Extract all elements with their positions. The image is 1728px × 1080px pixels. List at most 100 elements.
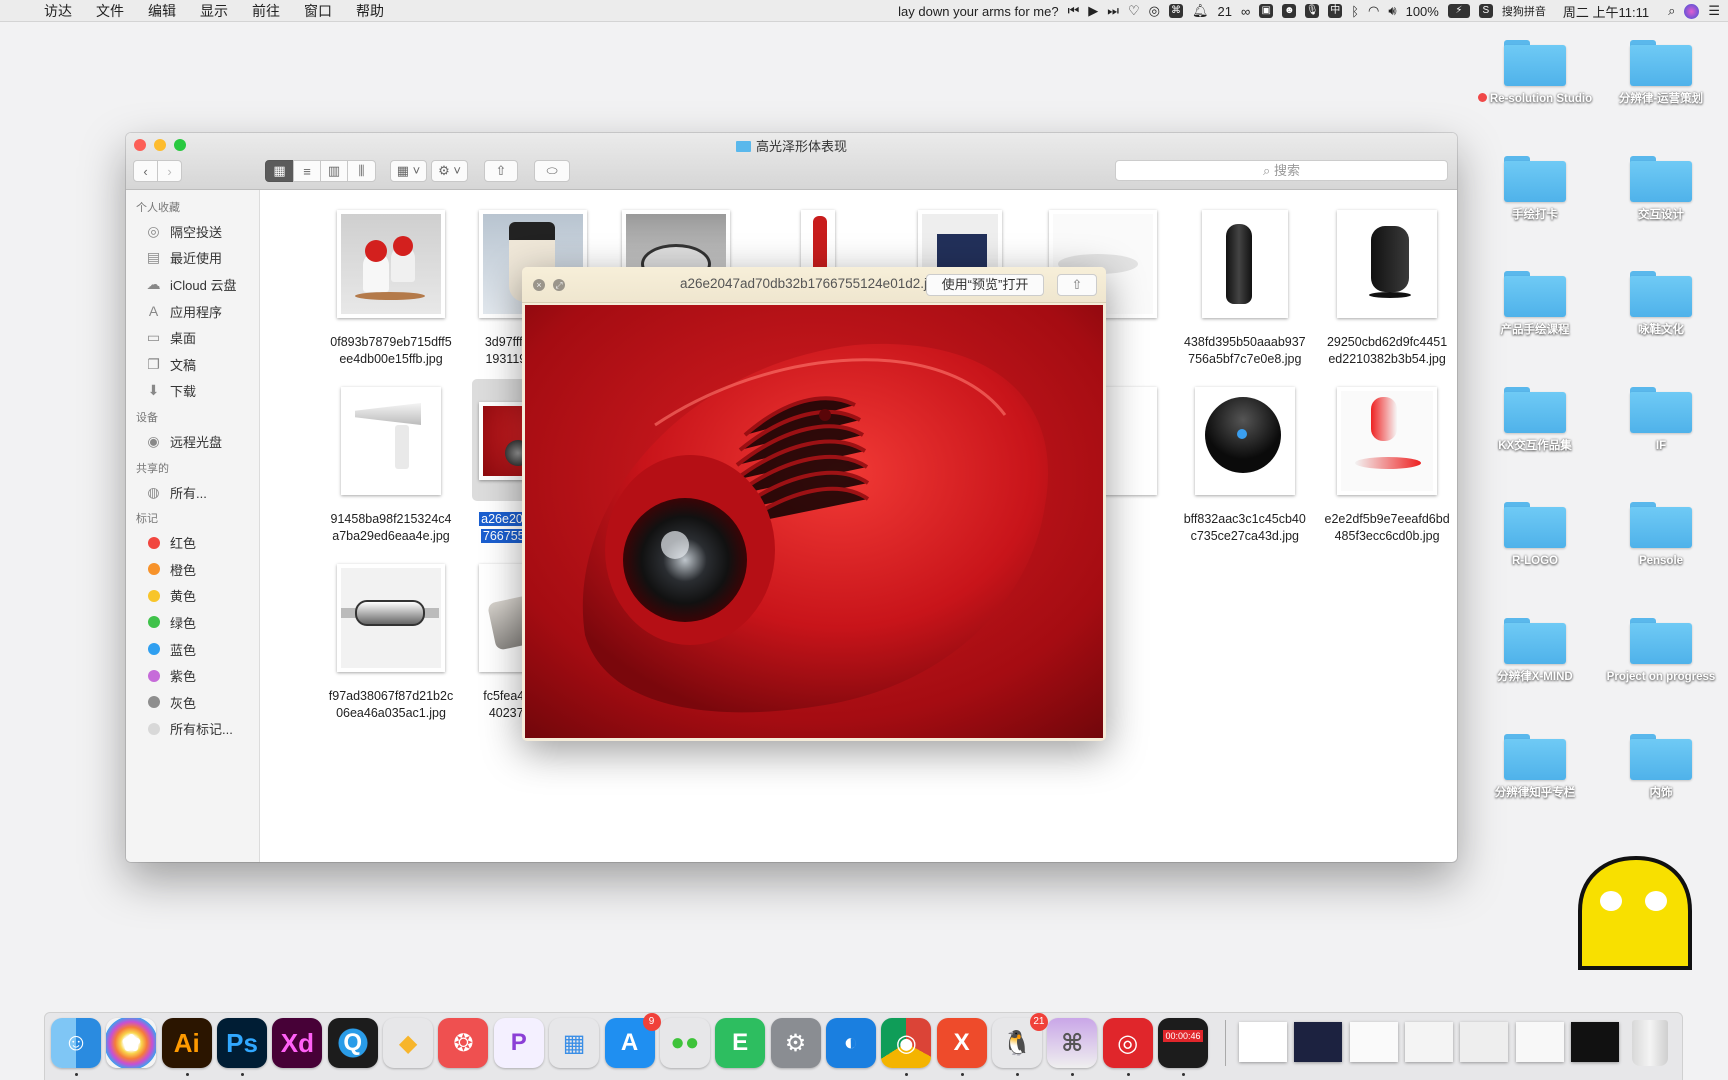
file-item[interactable]: 29250cbd62d9fc4451 ed2210382b3b54.jpg (1316, 202, 1457, 367)
forward-button[interactable]: › (157, 160, 182, 182)
dock-app-store-icon[interactable]: A9 (604, 1013, 661, 1068)
desktop-folder[interactable]: 产品手绘课程 (1475, 271, 1595, 337)
dock-finder-icon[interactable]: ☺ (51, 1018, 101, 1068)
desktop-folder[interactable]: 分辨律X-MIND (1475, 618, 1595, 684)
sidebar-item[interactable]: 灰色 (126, 689, 259, 716)
share-button[interactable]: ⇧ (484, 160, 518, 182)
battery-icon[interactable]: ⚡ (1447, 4, 1470, 18)
dock-chrome-icon[interactable]: ◉ (881, 1018, 932, 1068)
menu-item[interactable]: 窗口 (292, 1, 344, 21)
desktop-folder[interactable]: 手绘打卡 (1475, 155, 1595, 222)
dock-evernote-icon[interactable]: E (715, 1018, 766, 1068)
menu-item[interactable]: 帮助 (344, 1, 396, 21)
file-item[interactable]: bff832aac3c1c45cb40 c735ce27ca43d.jpg (1174, 379, 1316, 544)
dock-photoshop-icon[interactable]: Ps (217, 1018, 268, 1068)
menu-item[interactable]: 编辑 (136, 1, 188, 21)
input-chinese-icon[interactable]: 中 (1328, 4, 1343, 18)
sidebar-item[interactable]: ◎ 隔空投送 (126, 218, 259, 245)
dock-photos-icon[interactable]: ✿ (106, 1018, 157, 1068)
dock-quicktime-icon[interactable]: Q (327, 1018, 378, 1068)
gallery-view-button[interactable]: ⫼ (347, 160, 376, 182)
previous-track-icon[interactable]: ⏮ (1068, 3, 1080, 19)
play-icon[interactable]: ▶ (1088, 3, 1098, 19)
dock-cheatsheet-icon[interactable]: ⌘ (1047, 1018, 1098, 1068)
battery-percent[interactable]: 100% (1406, 4, 1439, 19)
sidebar-item[interactable]: ▭ 桌面 (126, 324, 259, 351)
sidebar-item[interactable]: ☁ iCloud 云盘 (126, 271, 259, 298)
display-icon[interactable]: ▣ (1259, 4, 1274, 18)
dock-qq-icon[interactable]: 🐧 21 (992, 1013, 1048, 1068)
list-view-button[interactable]: ≡ (293, 160, 321, 182)
desktop-folder[interactable]: 分辨律知乎专栏 (1475, 733, 1595, 800)
bell-icon[interactable]: 🔔︎ (1192, 3, 1209, 19)
bluetooth-icon[interactable]: ᛒ (1351, 4, 1359, 19)
column-view-button[interactable]: ▥ (320, 160, 348, 182)
icon-view-button[interactable]: ▦ (265, 160, 294, 182)
sidebar-item[interactable]: ⬇ 下载 (126, 378, 259, 405)
clock[interactable]: 周二 上午11:11 (1563, 2, 1649, 21)
desktop-folder[interactable]: 分辨律-运营策划 (1601, 40, 1721, 106)
sidebar-item[interactable]: 橙色 (126, 556, 259, 583)
close-icon[interactable]: × (533, 279, 545, 291)
file-item[interactable]: 91458ba98f215324c4 a7ba29ed6eaa4e.jpg (320, 379, 462, 544)
dock-xmind-icon[interactable]: X (936, 1018, 987, 1068)
creative-cloud-icon[interactable]: ∞ (1241, 4, 1250, 19)
notification-center-icon[interactable]: ☰ (1708, 3, 1720, 19)
microphone-icon[interactable]: 🎙︎ (1305, 4, 1320, 18)
action-gear-button[interactable]: ⚙ ˅ (431, 160, 468, 182)
dock-browser-icon[interactable]: ◐ (825, 1018, 876, 1068)
menu-item[interactable]: 显示 (188, 1, 240, 21)
sidebar-item[interactable]: A 应用程序 (126, 298, 259, 325)
fullscreen-icon[interactable]: ⤢ (553, 279, 565, 291)
minimized-car-window[interactable] (1239, 1022, 1287, 1062)
desktop-folder[interactable]: R-LOGO (1475, 502, 1595, 568)
now-playing-text[interactable]: lay down your arms for me? (898, 4, 1058, 19)
open-with-preview-button[interactable]: 使用“预览”打开 (926, 274, 1044, 296)
sidebar-item[interactable]: ❐ 文稿 (126, 351, 259, 378)
desktop-folder[interactable]: IF (1601, 386, 1721, 453)
desktop-folder[interactable]: KX交互作品集 (1475, 386, 1595, 453)
trash-icon[interactable] (1632, 1020, 1668, 1066)
input-method-label[interactable]: 搜狗拼音 (1502, 3, 1546, 19)
file-item[interactable]: f97ad38067f87d21b2c 06ea46a035ac1.jpg (320, 556, 462, 721)
file-item[interactable]: 0f893b7879eb715dff5 ee4db00e15ffb.jpg (320, 202, 462, 367)
minimized-chrome-window[interactable] (1460, 1022, 1509, 1062)
minimized-qq-window[interactable] (1515, 1022, 1564, 1062)
ghost-widget-icon[interactable] (1576, 856, 1694, 972)
sidebar-item[interactable]: ▤ 最近使用 (126, 245, 259, 272)
sidebar-item[interactable]: 蓝色 (126, 636, 259, 663)
command-status-icon[interactable]: ⌘ (1168, 4, 1183, 18)
desktop-folder[interactable]: Project on progress (1601, 618, 1721, 684)
next-track-icon[interactable]: ⏭ (1107, 3, 1119, 19)
minimized-photoshop-window[interactable] (1570, 1022, 1619, 1062)
dock-sketch-icon[interactable]: ◆ (383, 1018, 433, 1068)
sidebar-item[interactable]: 红色 (126, 529, 259, 556)
desktop-folder[interactable]: Pensole (1601, 502, 1721, 568)
dock-picgo-icon[interactable]: P (493, 1018, 544, 1068)
dock-screen-recorder-icon[interactable]: ●00:00:46 (1158, 1018, 1208, 1068)
sidebar-item[interactable]: 黄色 (126, 583, 259, 610)
emoji-icon[interactable]: ☻ (1282, 4, 1297, 18)
share-icon[interactable]: ⇧ (1057, 274, 1097, 296)
sidebar-item[interactable]: 所有标记... (126, 716, 259, 743)
dock-keynote-icon[interactable]: ▦ (549, 1018, 599, 1068)
back-button[interactable]: ‹ (133, 160, 158, 182)
wifi-icon[interactable]: ◠ (1368, 3, 1379, 19)
search-input[interactable]: ⌕ 搜索 (1115, 160, 1448, 181)
desktop-folder[interactable]: 交互设计 (1601, 155, 1721, 222)
desktop-folder[interactable]: Re-solution Studio (1475, 40, 1595, 106)
dock-system-preferences-icon[interactable]: ⚙ (770, 1018, 821, 1068)
desktop-folder[interactable]: 咏鞋文化 (1601, 271, 1721, 337)
menu-item[interactable]: 访达 (32, 1, 84, 21)
sidebar-item[interactable]: ◍ 所有... (126, 479, 259, 506)
file-item[interactable]: 438fd395b50aaab937 756a5bf7c7e0e8.jpg (1174, 202, 1316, 367)
dock-dribbble-icon[interactable]: ❂ (438, 1018, 489, 1068)
dock-illustrator-icon[interactable]: Ai (161, 1018, 212, 1068)
tag-button[interactable]: ⬭ (534, 160, 570, 182)
spotlight-icon[interactable]: ⌕ (1668, 3, 1675, 19)
sidebar-item[interactable]: 紫色 (126, 662, 259, 689)
volume-icon[interactable]: 🔊︎ (1388, 3, 1396, 19)
file-item[interactable]: e2e2df5b9e7eeafd6bd 485f3ecc6cd0b.jpg (1316, 379, 1457, 544)
sidebar-item[interactable]: ◉ 远程光盘 (126, 428, 259, 455)
sidebar-item[interactable]: 绿色 (126, 609, 259, 636)
